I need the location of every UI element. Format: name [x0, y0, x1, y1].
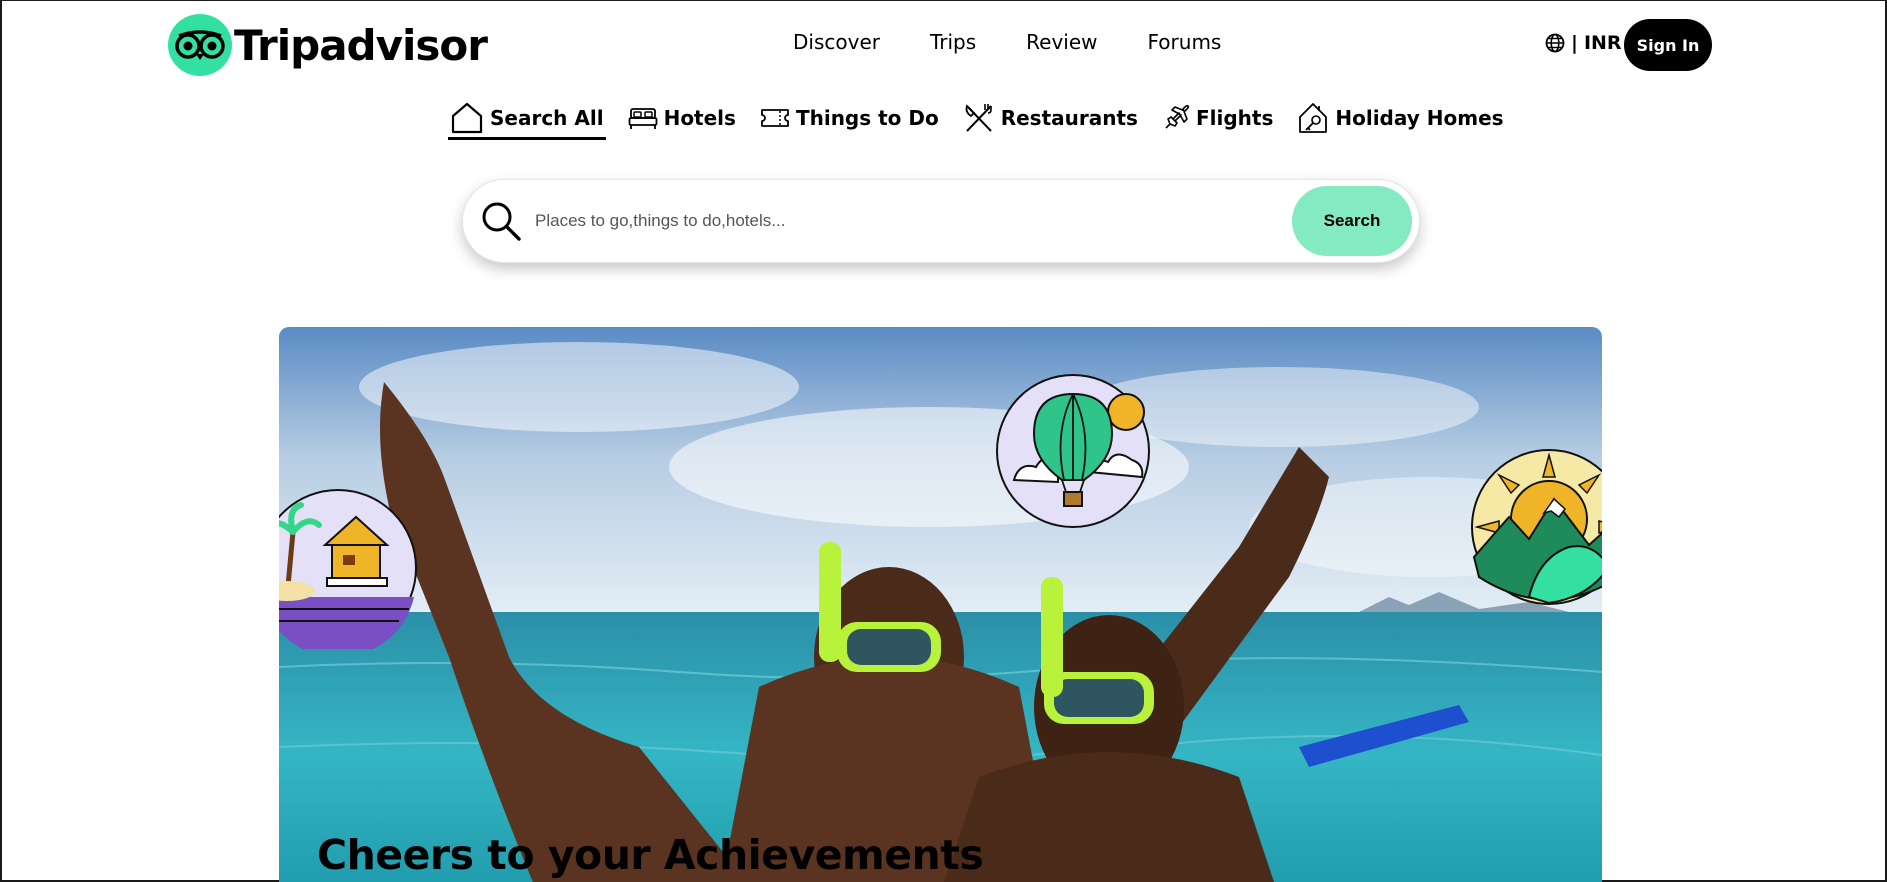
brand-name: Tripadvisor [234, 20, 488, 70]
tab-search-all[interactable]: Search All [448, 102, 606, 140]
tab-label: Restaurants [1000, 105, 1138, 130]
tab-label: Flights [1195, 105, 1274, 130]
fork-knife-icon [965, 103, 992, 132]
ticket-icon [761, 108, 789, 127]
hero-banner: Cheers to your Achievements [279, 327, 1602, 882]
tab-label: Search All [490, 105, 604, 130]
tab-flights[interactable]: Flights [1160, 102, 1275, 140]
search-icon [482, 202, 521, 241]
tab-hotels[interactable]: Hotels [626, 102, 738, 140]
sign-in-button[interactable]: Sign In [1624, 19, 1712, 71]
locale-currency-selector[interactable]: | INR [1545, 32, 1622, 54]
tab-things-to-do[interactable]: Things to Do [758, 102, 941, 140]
top-navigation: Discover Trips Review Forums [793, 30, 1221, 54]
airplane-icon [1165, 104, 1190, 129]
tab-restaurants[interactable]: Restaurants [961, 102, 1140, 140]
house-key-icon [1299, 102, 1328, 133]
currency-label: INR [1583, 32, 1622, 54]
search-category-tabs: Search All Hotels Things to Do Restauran… [448, 102, 1526, 140]
search-input[interactable] [535, 211, 1292, 231]
hero-photo [279, 327, 1602, 882]
tab-label: Things to Do [795, 105, 939, 130]
bed-icon [628, 107, 657, 129]
globe-icon [1545, 33, 1565, 53]
nav-trips[interactable]: Trips [930, 30, 976, 54]
nav-review[interactable]: Review [1026, 30, 1097, 54]
tripadvisor-logo[interactable]: Tripadvisor [168, 14, 488, 76]
locale-separator: | [1571, 32, 1578, 54]
owl-eyes-icon [168, 14, 232, 76]
hero-title: Cheers to your Achievements [317, 831, 984, 879]
nav-forums[interactable]: Forums [1148, 30, 1222, 54]
home-icon [451, 102, 483, 133]
nav-discover[interactable]: Discover [793, 30, 880, 54]
beach-hut-badge [279, 489, 417, 649]
search-button[interactable]: Search [1292, 186, 1412, 256]
tab-label: Hotels [663, 105, 736, 130]
tab-holiday-homes[interactable]: Holiday Homes [1295, 102, 1505, 140]
hot-air-balloon-badge [996, 374, 1150, 528]
tab-label: Holiday Homes [1335, 105, 1504, 130]
search-bar: Search [462, 179, 1420, 263]
mountain-sun-badge [1471, 449, 1602, 605]
